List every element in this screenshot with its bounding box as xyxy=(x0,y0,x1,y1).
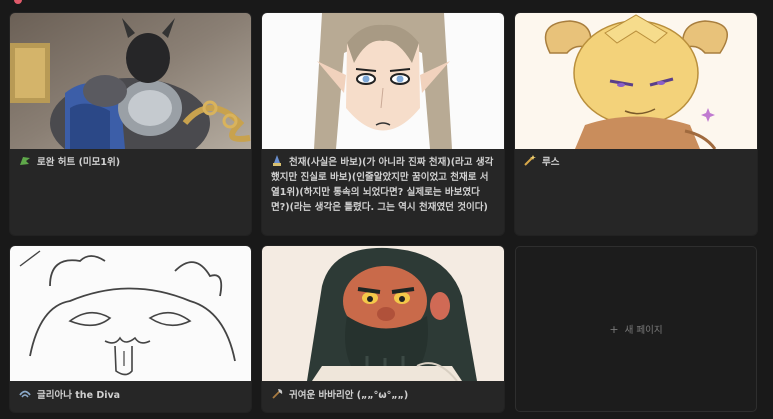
gallery-card-barbarian[interactable]: 귀여운 바바리안 („„°ω°„„) xyxy=(262,246,504,412)
card-title: 천재(사실은 바보)(가 아니라 진짜 천재)(라고 생각했지만 진실로 바보)… xyxy=(271,155,494,213)
card-title: 루스 xyxy=(524,155,749,170)
card-cover-image xyxy=(262,13,504,149)
flag-icon xyxy=(19,155,31,166)
card-title: 글리아나 the Diva xyxy=(19,388,243,403)
gallery-card-genius[interactable]: 천재(사실은 바보)(가 아니라 진짜 천재)(라고 생각했지만 진실로 바보)… xyxy=(262,13,504,235)
card-title: 로완 허트 (미모1위) xyxy=(19,155,243,170)
gallery-card-rowan[interactable]: 로완 허트 (미모1위) xyxy=(10,13,251,235)
axe-icon xyxy=(271,388,283,399)
gallery-card-gliana[interactable]: 글리아나 the Diva xyxy=(10,246,251,412)
new-page-button[interactable]: + 새 페이지 xyxy=(515,246,757,412)
card-cover-image xyxy=(10,13,251,149)
card-title: 귀여운 바바리안 („„°ω°„„) xyxy=(271,388,496,403)
gallery-view: 로완 허트 (미모1위) 천재(사실은 바보)(가 아니라 진짜 천재)(라고 … xyxy=(0,0,773,419)
magic-wand-icon xyxy=(524,155,536,166)
card-cover-image xyxy=(10,246,251,381)
swirl-icon xyxy=(19,388,31,399)
card-cover-image xyxy=(262,246,504,381)
plus-icon: + xyxy=(609,322,619,336)
notification-dot xyxy=(14,0,22,4)
new-page-label: 새 페이지 xyxy=(624,325,663,336)
wizard-icon xyxy=(271,155,283,166)
gallery-card-ruth[interactable]: 루스 xyxy=(515,13,757,235)
card-cover-image xyxy=(515,13,757,149)
